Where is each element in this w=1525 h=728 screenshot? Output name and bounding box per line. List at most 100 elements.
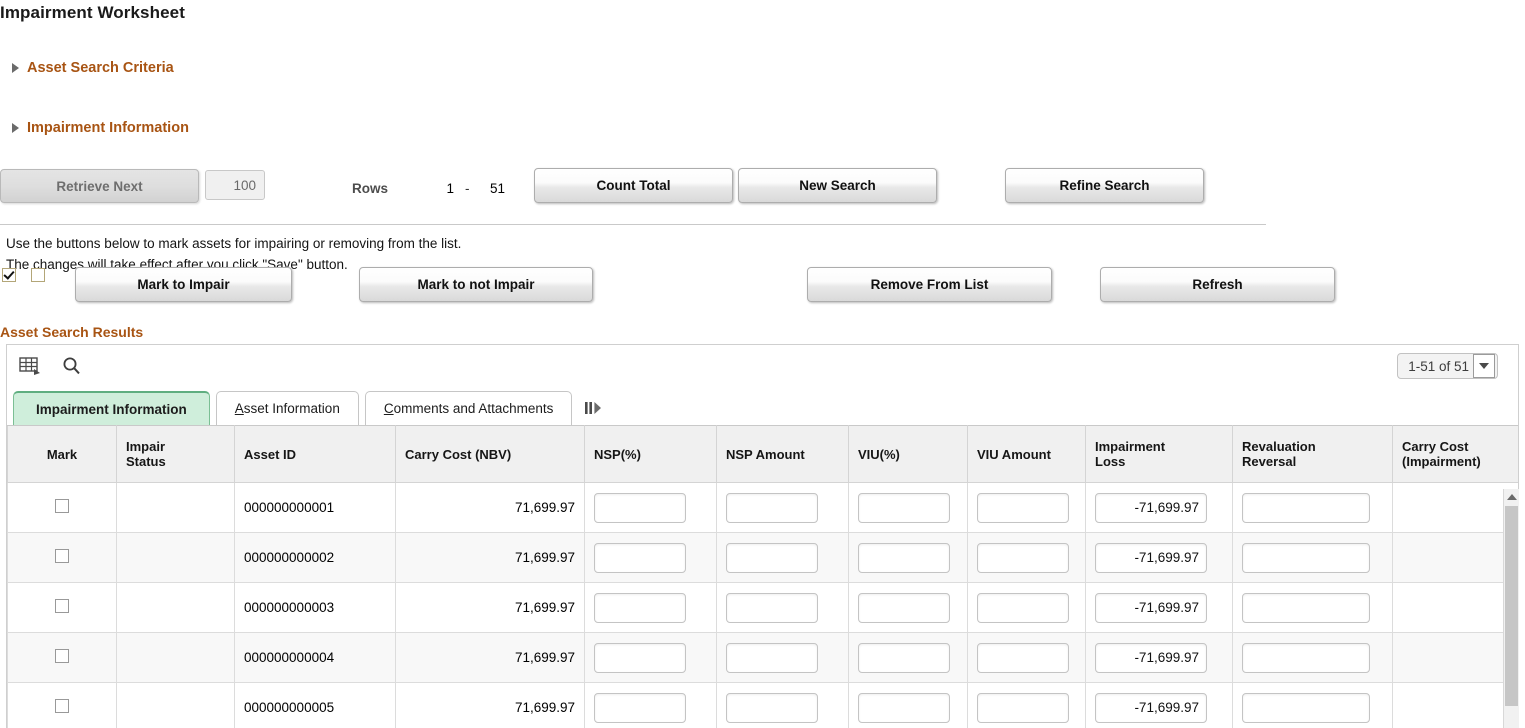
impairment-loss-input[interactable]: -71,699.97 xyxy=(1095,542,1207,573)
new-search-button[interactable]: New Search xyxy=(738,168,937,203)
nsp-pct-input[interactable] xyxy=(594,492,686,523)
remove-from-list-button[interactable]: Remove From List xyxy=(807,267,1052,302)
triangle-right-icon xyxy=(12,63,19,73)
deselect-all-checkbox[interactable] xyxy=(31,268,45,282)
cell-asset-id: 000000000003 xyxy=(234,582,396,633)
revaluation-reversal-input[interactable] xyxy=(1242,642,1370,673)
cell-carry-cost-nbv: 71,699.97 xyxy=(395,582,585,633)
cell-viu-amount xyxy=(967,682,1086,728)
row-mark-checkbox[interactable] xyxy=(55,649,69,663)
cell-mark xyxy=(7,482,117,533)
grid-caption: Asset Search Results xyxy=(0,324,144,340)
row-mark-checkbox[interactable] xyxy=(55,499,69,513)
cell-nsp-amount xyxy=(716,532,849,583)
row-mark-checkbox[interactable] xyxy=(55,699,69,713)
section-label: Impairment Information xyxy=(27,120,189,136)
tab-asset-information[interactable]: Asset Information xyxy=(215,391,359,425)
table-header-row: Mark Impair Status Asset ID Carry Cost (N… xyxy=(7,425,1518,483)
nsp-amount-input[interactable] xyxy=(726,542,818,573)
mark-to-impair-button[interactable]: Mark to Impair xyxy=(75,267,292,302)
nsp-amount-input[interactable] xyxy=(726,692,818,723)
cell-impairment-loss: -71,699.97 xyxy=(1085,532,1233,583)
viu-amount-input[interactable] xyxy=(977,542,1069,573)
nsp-amount-input[interactable] xyxy=(726,592,818,623)
viu-amount-input[interactable] xyxy=(977,642,1069,673)
cell-carry-cost-nbv: 71,699.97 xyxy=(395,482,585,533)
column-header-nsp-amount[interactable]: NSP Amount xyxy=(716,425,849,483)
column-header-viu-amount[interactable]: VIU Amount xyxy=(967,425,1086,483)
section-header-impairment-information[interactable]: Impairment Information xyxy=(12,120,189,136)
tab-comments-and-attachments[interactable]: Comments and Attachments xyxy=(364,391,573,425)
cell-impairment-loss: -71,699.97 xyxy=(1085,582,1233,633)
nsp-pct-input[interactable] xyxy=(594,542,686,573)
viu-pct-input[interactable] xyxy=(858,692,950,723)
cell-nsp-amount xyxy=(716,582,849,633)
tab-impairment-information[interactable]: Impairment Information xyxy=(13,391,210,425)
nsp-amount-input[interactable] xyxy=(726,642,818,673)
viu-amount-input[interactable] xyxy=(977,592,1069,623)
refresh-button[interactable]: Refresh xyxy=(1100,267,1335,302)
cell-viu-pct xyxy=(848,582,968,633)
refine-search-button[interactable]: Refine Search xyxy=(1005,168,1204,203)
viu-pct-input[interactable] xyxy=(858,542,950,573)
expand-tabs-icon[interactable] xyxy=(580,395,606,421)
cell-carry-cost-impairment xyxy=(1392,682,1518,728)
cell-revaluation-reversal xyxy=(1232,632,1393,683)
revaluation-reversal-input[interactable] xyxy=(1242,592,1370,623)
instruction-line-1: Use the buttons below to mark assets for… xyxy=(6,236,462,251)
column-header-revaluation-reversal[interactable]: Revaluation Reversal xyxy=(1232,425,1393,483)
grid-download-icon[interactable] xyxy=(19,356,41,379)
nsp-amount-input[interactable] xyxy=(726,492,818,523)
viu-amount-input[interactable] xyxy=(977,692,1069,723)
count-total-button[interactable]: Count Total xyxy=(534,168,733,203)
viu-pct-input[interactable] xyxy=(858,492,950,523)
revaluation-reversal-input[interactable] xyxy=(1242,692,1370,723)
column-header-asset-id[interactable]: Asset ID xyxy=(234,425,396,483)
column-header-impairment-loss[interactable]: Impairment Loss xyxy=(1085,425,1233,483)
nsp-pct-input[interactable] xyxy=(594,592,686,623)
nsp-pct-input[interactable] xyxy=(594,692,686,723)
cell-viu-pct xyxy=(848,632,968,683)
table-row: 000000000004 71,699.97 -71,699.97 xyxy=(7,632,1518,683)
column-header-mark[interactable]: Mark xyxy=(7,425,117,483)
cell-revaluation-reversal xyxy=(1232,482,1393,533)
revaluation-reversal-input[interactable] xyxy=(1242,542,1370,573)
section-header-asset-search-criteria[interactable]: Asset Search Criteria xyxy=(12,60,174,76)
cell-impairment-loss: -71,699.97 xyxy=(1085,632,1233,683)
viu-pct-input[interactable] xyxy=(858,642,950,673)
impairment-loss-input[interactable]: -71,699.97 xyxy=(1095,642,1207,673)
viu-amount-input[interactable] xyxy=(977,492,1069,523)
pagination-select[interactable]: 1-51 of 51 xyxy=(1397,353,1498,379)
mark-to-not-impair-button[interactable]: Mark to not Impair xyxy=(359,267,593,302)
grid-vertical-scrollbar[interactable] xyxy=(1503,489,1519,728)
cell-impairment-loss: -71,699.97 xyxy=(1085,682,1233,728)
revaluation-reversal-input[interactable] xyxy=(1242,492,1370,523)
retrieve-count-input[interactable]: 100 xyxy=(205,170,265,200)
retrieve-next-button[interactable]: Retrieve Next xyxy=(0,169,199,203)
scrollbar-thumb[interactable] xyxy=(1505,506,1518,706)
row-mark-checkbox[interactable] xyxy=(55,599,69,613)
column-header-carry-cost-impairment[interactable]: Carry Cost (Impairment) xyxy=(1392,425,1518,483)
search-icon[interactable] xyxy=(61,356,83,379)
impairment-loss-input[interactable]: -71,699.97 xyxy=(1095,692,1207,723)
cell-nsp-pct xyxy=(584,582,717,633)
cell-nsp-pct xyxy=(584,682,717,728)
scroll-up-arrow-icon[interactable] xyxy=(1504,489,1519,504)
column-header-nsp-pct[interactable]: NSP(%) xyxy=(584,425,717,483)
column-header-viu-pct[interactable]: VIU(%) xyxy=(848,425,968,483)
cell-impair-status xyxy=(116,682,235,728)
select-all-checkbox[interactable] xyxy=(2,268,16,282)
impairment-loss-input[interactable]: -71,699.97 xyxy=(1095,592,1207,623)
section-label: Asset Search Criteria xyxy=(27,60,174,76)
cell-revaluation-reversal xyxy=(1232,532,1393,583)
column-header-impair-status[interactable]: Impair Status xyxy=(116,425,235,483)
table-row: 000000000005 71,699.97 -71,699.97 xyxy=(7,682,1518,728)
nsp-pct-input[interactable] xyxy=(594,642,686,673)
chevron-down-icon[interactable] xyxy=(1473,354,1495,378)
viu-pct-input[interactable] xyxy=(858,592,950,623)
rows-from-value: 1 xyxy=(446,181,454,196)
row-mark-checkbox[interactable] xyxy=(55,549,69,563)
impairment-loss-input[interactable]: -71,699.97 xyxy=(1095,492,1207,523)
table-row: 000000000002 71,699.97 -71,699.97 xyxy=(7,532,1518,583)
column-header-carry-cost-nbv[interactable]: Carry Cost (NBV) xyxy=(395,425,585,483)
